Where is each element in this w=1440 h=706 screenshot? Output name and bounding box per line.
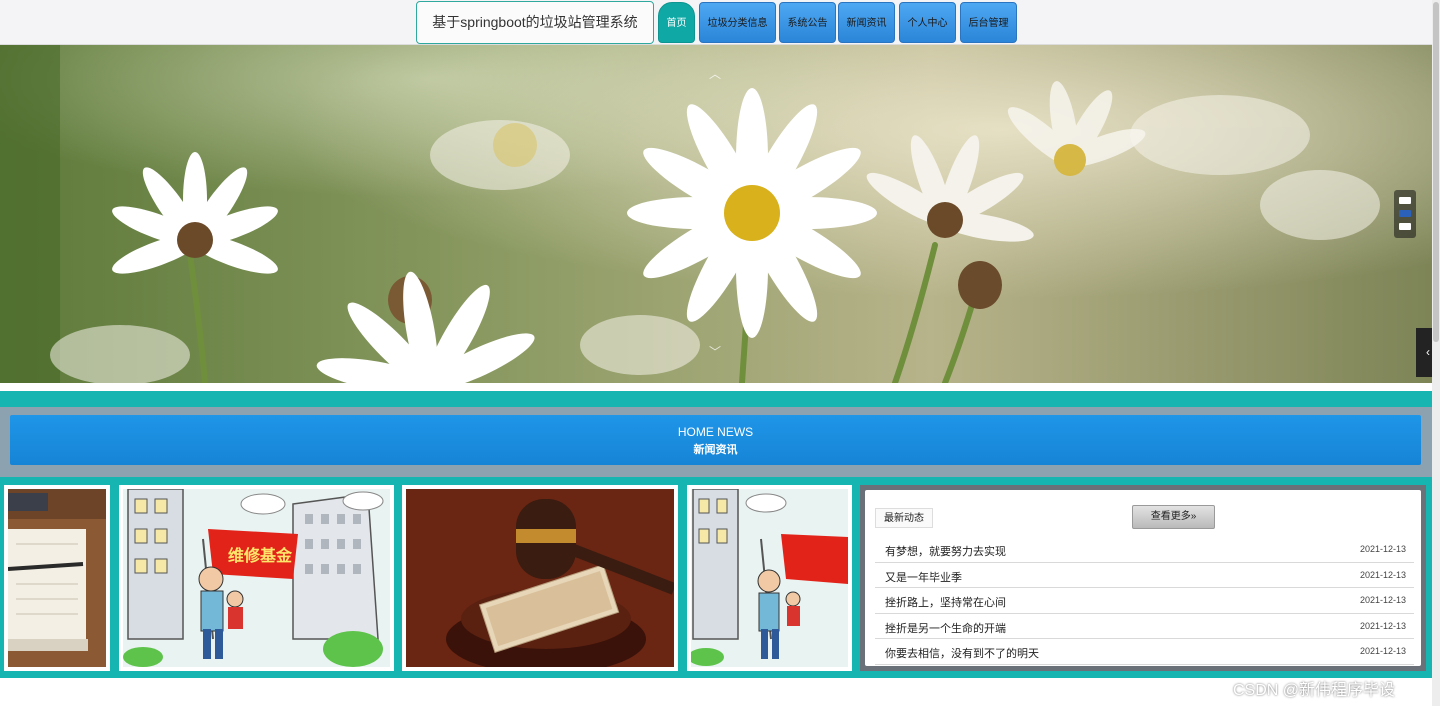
top-navigation-bar: 基于springboot的垃圾站管理系统 首页 垃圾分类信息 系统公告 新闻资讯… bbox=[0, 0, 1432, 45]
watermark: CSDN @新伟程序毕设 bbox=[1233, 682, 1396, 699]
news-list-item[interactable]: 有梦想，就要努力去实现 2021-12-13 bbox=[875, 537, 1414, 563]
news-item-date: 2021-12-13 bbox=[1359, 544, 1406, 554]
page: 基于springboot的垃圾站管理系统 首页 垃圾分类信息 系统公告 新闻资讯… bbox=[0, 0, 1440, 706]
site-title[interactable]: 基于springboot的垃圾站管理系统 bbox=[416, 1, 654, 44]
news-item-date: 2021-12-13 bbox=[1359, 646, 1406, 656]
nav-news[interactable]: 新闻资讯 bbox=[838, 2, 895, 43]
news-item-date: 2021-12-13 bbox=[1359, 595, 1406, 605]
carousel-dot-3[interactable] bbox=[1399, 223, 1411, 230]
news-item-title: 挫折路上，坚持常在心间 bbox=[885, 597, 1006, 609]
news-list: 有梦想，就要努力去实现 2021-12-13 又是一年毕业季 2021-12-1… bbox=[875, 537, 1414, 665]
news-header-title-bar: HOME NEWS 新闻资讯 bbox=[10, 415, 1421, 465]
news-item-date: 2021-12-13 bbox=[1359, 620, 1406, 631]
nav-admin[interactable]: 后台管理 bbox=[960, 2, 1017, 43]
news-thumbnail-book[interactable] bbox=[4, 485, 110, 671]
nav-personal-center[interactable]: 个人中心 bbox=[899, 2, 956, 43]
nav-home[interactable]: 首页 bbox=[658, 2, 695, 43]
news-list-item[interactable]: 你要去相信，没有到不了的明天 2021-12-13 bbox=[875, 639, 1414, 665]
news-header: HOME NEWS 新闻资讯 bbox=[0, 407, 1432, 477]
news-list-item[interactable]: 挫折路上，坚持常在心间 2021-12-13 bbox=[875, 588, 1414, 614]
news-thumbnail-gavel[interactable] bbox=[402, 485, 678, 671]
cartoon-banner-text: 维修基金 bbox=[228, 546, 293, 565]
banner-carousel[interactable]: ︿ ﹀ bbox=[0, 45, 1432, 383]
news-thumbnail-cartoon-2[interactable] bbox=[687, 485, 852, 671]
gavel-image bbox=[406, 489, 674, 667]
news-list-item[interactable]: 又是一年毕业季 2021-12-13 bbox=[875, 563, 1414, 588]
news-item-title: 你要去相信，没有到不了的明天 bbox=[885, 648, 1039, 660]
news-title-cn: 新闻资讯 bbox=[693, 444, 738, 456]
news-item-date: 2021-12-13 bbox=[1359, 569, 1406, 580]
view-more-button[interactable]: 查看更多» bbox=[1132, 505, 1215, 529]
cartoon-image-2 bbox=[691, 489, 848, 667]
news-thumbnail-cartoon[interactable]: 维修基金 bbox=[119, 485, 394, 671]
latest-news-inner: 最新动态 查看更多» 有梦想，就要努力去实现 2021-12-13 又是一年毕业… bbox=[865, 490, 1421, 666]
chevron-left-icon: ‹ bbox=[1426, 345, 1430, 359]
chevron-up-icon[interactable]: ︿ bbox=[705, 67, 725, 81]
nav-announcements[interactable]: 系统公告 bbox=[779, 2, 836, 43]
book-image bbox=[8, 489, 106, 667]
cartoon-image: 维修基金 bbox=[123, 489, 390, 667]
scrollbar-thumb[interactable] bbox=[1433, 2, 1439, 342]
news-title-en: HOME NEWS bbox=[677, 425, 754, 439]
carousel-dot-2[interactable] bbox=[1399, 210, 1411, 217]
news-item-title: 有梦想，就要努力去实现 bbox=[885, 546, 1006, 558]
carousel-pagination bbox=[1394, 190, 1416, 238]
chevron-down-icon[interactable]: ﹀ bbox=[705, 345, 725, 359]
latest-news-label: 最新动态 bbox=[875, 508, 933, 528]
carousel-dot-1[interactable] bbox=[1399, 197, 1411, 204]
banner-daisy-image bbox=[0, 45, 1432, 383]
news-list-item[interactable]: 挫折是另一个生命的开端 2021-12-13 bbox=[875, 614, 1414, 639]
latest-news-panel: 最新动态 查看更多» 有梦想，就要努力去实现 2021-12-13 又是一年毕业… bbox=[860, 485, 1426, 671]
news-section: HOME NEWS 新闻资讯 维修基金 最新动态 查看更多» 有梦想，就要努力去… bbox=[0, 391, 1432, 678]
news-item-title: 又是一年毕业季 bbox=[885, 571, 962, 584]
nav-garbage-classification[interactable]: 垃圾分类信息 bbox=[699, 2, 776, 43]
news-item-title: 挫折是另一个生命的开端 bbox=[885, 622, 1006, 635]
